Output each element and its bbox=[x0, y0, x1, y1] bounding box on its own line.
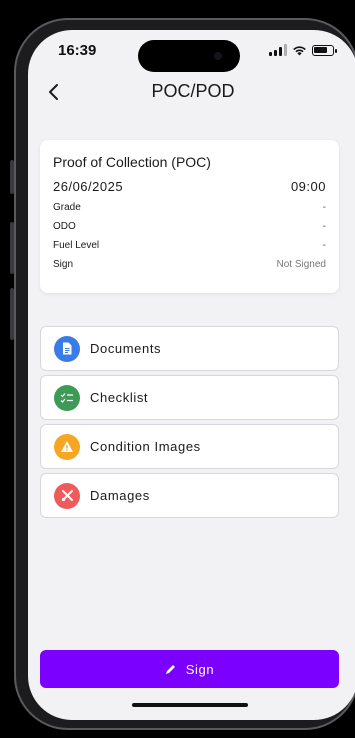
sign-button-label: Sign bbox=[185, 661, 215, 677]
pen-icon bbox=[165, 664, 175, 674]
status-icons bbox=[269, 44, 337, 56]
poc-row-grade: Grade - bbox=[53, 202, 326, 213]
dynamic-island bbox=[138, 40, 240, 72]
poc-row-value: - bbox=[322, 202, 326, 213]
status-time: 16:39 bbox=[58, 42, 97, 59]
checklist-icon bbox=[54, 384, 80, 411]
poc-row-value: - bbox=[322, 240, 326, 251]
poc-row-value: - bbox=[322, 221, 326, 232]
phone-device: 16:39 POC/POD Proof of Collection (POC) … bbox=[0, 0, 355, 738]
poc-row-label: Sign bbox=[53, 259, 74, 270]
poc-row-label: Fuel Level bbox=[53, 240, 100, 251]
poc-title: Proof of Collection (POC) bbox=[53, 154, 211, 170]
poc-card: Proof of Collection (POC) 26/06/2025 09:… bbox=[40, 140, 339, 293]
menu-list: Documents Checklist Condition Images Dam… bbox=[40, 326, 339, 522]
signal-icon bbox=[269, 44, 287, 56]
home-indicator bbox=[132, 703, 248, 707]
poc-date: 26/06/2025 bbox=[53, 179, 124, 194]
menu-item-checklist[interactable]: Checklist bbox=[40, 375, 339, 420]
poc-row-sign: Sign Not Signed bbox=[53, 259, 326, 270]
wifi-icon bbox=[293, 45, 306, 55]
poc-time: 09:00 bbox=[290, 179, 326, 194]
sign-button[interactable]: Sign bbox=[40, 650, 339, 688]
app-screen: 16:39 POC/POD Proof of Collection (POC) … bbox=[28, 30, 355, 720]
menu-item-label: Documents bbox=[90, 341, 162, 356]
poc-row-label: ODO bbox=[53, 221, 76, 232]
poc-date-row: 26/06/2025 09:00 bbox=[53, 179, 326, 194]
menu-item-documents[interactable]: Documents bbox=[40, 326, 339, 371]
tools-icon bbox=[54, 482, 80, 509]
poc-row-fuel-level: Fuel Level - bbox=[53, 240, 326, 251]
menu-item-condition-images[interactable]: Condition Images bbox=[40, 424, 339, 469]
sign-status: Not Signed bbox=[276, 259, 326, 270]
document-icon bbox=[54, 335, 80, 362]
poc-row-label: Grade bbox=[53, 202, 81, 213]
poc-row-odo: ODO - bbox=[53, 221, 326, 232]
menu-item-label: Damages bbox=[90, 488, 150, 503]
menu-item-label: Condition Images bbox=[90, 439, 201, 454]
warning-icon bbox=[54, 433, 80, 460]
battery-icon bbox=[312, 44, 337, 56]
menu-item-damages[interactable]: Damages bbox=[40, 473, 339, 518]
menu-item-label: Checklist bbox=[90, 390, 149, 405]
page-title: POC/POD bbox=[151, 81, 235, 101]
